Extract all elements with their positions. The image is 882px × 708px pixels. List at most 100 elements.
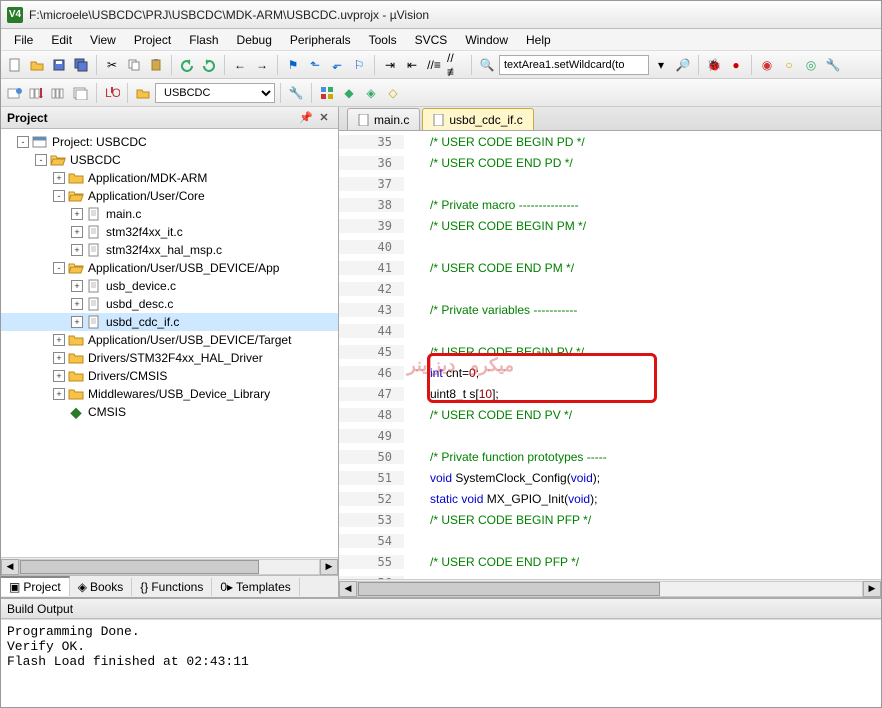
code-text[interactable]: /* Private macro --------------- xyxy=(418,198,579,212)
code-line[interactable]: 41/* USER CODE END PM */ xyxy=(339,257,881,278)
menu-peripherals[interactable]: Peripherals xyxy=(281,31,360,49)
code-line[interactable]: 44 xyxy=(339,320,881,341)
collapse-icon[interactable]: - xyxy=(17,136,29,148)
code-line[interactable]: 55/* USER CODE END PFP */ xyxy=(339,551,881,572)
project-tree[interactable]: -Project: USBCDC-USBCDC+Application/MDK-… xyxy=(1,129,338,557)
code-text[interactable]: int cnt=0; xyxy=(418,366,479,380)
cut-button[interactable]: ✂ xyxy=(102,55,122,75)
code-line[interactable]: 35/* USER CODE BEGIN PD */ xyxy=(339,131,881,152)
menu-flash[interactable]: Flash xyxy=(180,31,227,49)
menu-debug[interactable]: Debug xyxy=(228,31,281,49)
menu-window[interactable]: Window xyxy=(456,31,517,49)
manage-button[interactable] xyxy=(317,83,337,103)
config-button[interactable]: ◉ xyxy=(757,55,777,75)
settings-button[interactable]: 🔧 xyxy=(823,55,843,75)
pin-icon[interactable]: 📌 xyxy=(298,110,314,126)
build-output-body[interactable]: Programming Done. Verify OK. Flash Load … xyxy=(1,619,881,707)
tree-item[interactable]: +stm32f4xx_it.c xyxy=(1,223,338,241)
tree-item[interactable]: -Project: USBCDC xyxy=(1,133,338,151)
bookmark-clear-button[interactable]: ⚐ xyxy=(349,55,369,75)
code-text[interactable]: /* USER CODE END PM */ xyxy=(418,261,574,275)
collapse-icon[interactable]: - xyxy=(53,190,65,202)
translate-button[interactable] xyxy=(5,83,25,103)
code-text[interactable]: /* USER CODE END PFP */ xyxy=(418,555,579,569)
find-icon[interactable]: 🔍 xyxy=(477,55,497,75)
collapse-icon[interactable]: - xyxy=(35,154,47,166)
run-button[interactable]: ○ xyxy=(779,55,799,75)
expand-icon[interactable]: + xyxy=(71,280,83,292)
project-hscroll[interactable]: ◀ ▶ xyxy=(1,557,338,575)
code-line[interactable]: 47uint8_t s[10]; xyxy=(339,383,881,404)
new-file-button[interactable] xyxy=(5,55,25,75)
code-text[interactable]: static void MX_GPIO_Init(void); xyxy=(418,492,597,506)
code-text[interactable]: /* USER CODE BEGIN PM */ xyxy=(418,219,586,233)
expand-icon[interactable]: + xyxy=(71,208,83,220)
code-line[interactable]: 56 xyxy=(339,572,881,579)
tree-item[interactable]: +usbd_desc.c xyxy=(1,295,338,313)
expand-icon[interactable]: + xyxy=(53,334,65,346)
expand-icon[interactable]: + xyxy=(71,244,83,256)
uncomment-button[interactable]: //≢ xyxy=(446,55,466,75)
tree-item[interactable]: +main.c xyxy=(1,205,338,223)
editor-hscroll[interactable]: ◀ ▶ xyxy=(339,579,881,597)
code-text[interactable]: void SystemClock_Config(void); xyxy=(418,471,600,485)
redo-button[interactable] xyxy=(199,55,219,75)
expand-icon[interactable]: + xyxy=(53,352,65,364)
expand-icon[interactable]: + xyxy=(53,388,65,400)
search-dropdown-icon[interactable]: ▾ xyxy=(651,55,671,75)
options-button[interactable]: 🔧 xyxy=(286,83,306,103)
code-line[interactable]: 48/* USER CODE END PV */ xyxy=(339,404,881,425)
code-line[interactable]: 38/* Private macro --------------- xyxy=(339,194,881,215)
search-input[interactable] xyxy=(499,55,649,75)
menu-edit[interactable]: Edit xyxy=(42,31,81,49)
code-text[interactable]: /* USER CODE BEGIN PD */ xyxy=(418,135,585,149)
breakpoint-button[interactable]: ● xyxy=(726,55,746,75)
comment-button[interactable]: //≡ xyxy=(424,55,444,75)
code-text[interactable]: /* Private variables ----------- xyxy=(418,303,577,317)
code-line[interactable]: 40 xyxy=(339,236,881,257)
collapse-icon[interactable]: - xyxy=(53,262,65,274)
scroll-right-icon[interactable]: ▶ xyxy=(320,559,338,575)
code-editor[interactable]: میکرو دیزاینر 35/* USER CODE BEGIN PD */… xyxy=(339,131,881,579)
pack-button[interactable]: ◆ xyxy=(339,83,359,103)
tree-item[interactable]: +Application/User/USB_DEVICE/Target xyxy=(1,331,338,349)
panel-tab-project[interactable]: ▣Project xyxy=(1,576,70,596)
target-select[interactable]: USBCDC xyxy=(155,83,275,103)
code-text[interactable]: /* USER CODE END PD */ xyxy=(418,156,573,170)
code-line[interactable]: 54 xyxy=(339,530,881,551)
menu-view[interactable]: View xyxy=(81,31,125,49)
panel-tab-templates[interactable]: 0▸Templates xyxy=(212,578,299,596)
expand-icon[interactable]: + xyxy=(71,298,83,310)
build-button[interactable] xyxy=(27,83,47,103)
nav-forward-button[interactable]: → xyxy=(252,55,272,75)
code-line[interactable]: 36/* USER CODE END PD */ xyxy=(339,152,881,173)
code-line[interactable]: 49 xyxy=(339,425,881,446)
bookmark-next-button[interactable]: ⬐ xyxy=(327,55,347,75)
expand-icon[interactable]: + xyxy=(53,172,65,184)
debug-button[interactable]: 🐞 xyxy=(704,55,724,75)
find-in-files-button[interactable]: 🔎 xyxy=(673,55,693,75)
indent-button[interactable]: ⇥ xyxy=(380,55,400,75)
code-text[interactable]: /* USER CODE END PV */ xyxy=(418,408,572,422)
save-all-button[interactable] xyxy=(71,55,91,75)
code-text[interactable]: /* Private function prototypes ----- xyxy=(418,450,607,464)
scroll-right-icon[interactable]: ▶ xyxy=(863,581,881,597)
tree-item[interactable]: ◆CMSIS xyxy=(1,403,338,421)
open-button[interactable] xyxy=(27,55,47,75)
menu-svcs[interactable]: SVCS xyxy=(406,31,457,49)
paste-button[interactable] xyxy=(146,55,166,75)
tree-item[interactable]: +Application/MDK-ARM xyxy=(1,169,338,187)
scroll-left-icon[interactable]: ◀ xyxy=(339,581,357,597)
tree-item[interactable]: -USBCDC xyxy=(1,151,338,169)
close-icon[interactable]: ✕ xyxy=(316,110,332,126)
save-button[interactable] xyxy=(49,55,69,75)
code-line[interactable]: 46int cnt=0; xyxy=(339,362,881,383)
code-line[interactable]: 45/* USER CODE BEGIN PV */ xyxy=(339,341,881,362)
panel-tab-functions[interactable]: {}Functions xyxy=(132,578,212,596)
code-line[interactable]: 39/* USER CODE BEGIN PM */ xyxy=(339,215,881,236)
scroll-track[interactable] xyxy=(357,581,863,597)
code-line[interactable]: 50/* Private function prototypes ----- xyxy=(339,446,881,467)
undo-button[interactable] xyxy=(177,55,197,75)
expand-icon[interactable]: + xyxy=(71,316,83,328)
tree-item[interactable]: +usbd_cdc_if.c xyxy=(1,313,338,331)
